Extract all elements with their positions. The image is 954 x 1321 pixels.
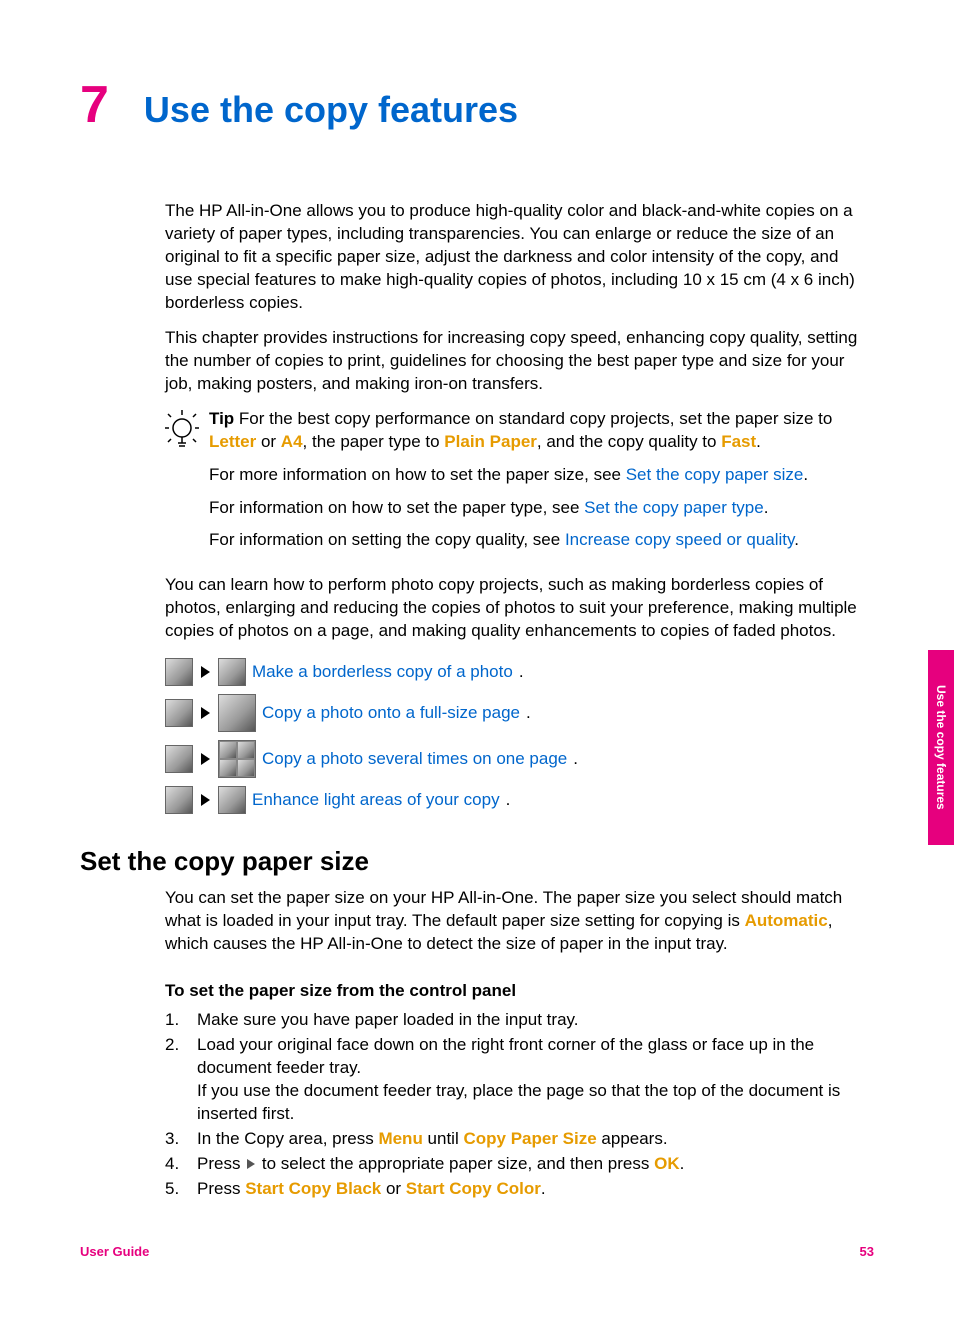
intro-paragraph-2: This chapter provides instructions for i… — [165, 327, 869, 396]
link-multiple-copy[interactable]: Copy a photo several times on one page — [262, 748, 567, 771]
arrow-right-icon — [201, 794, 210, 806]
link-increase-copy-speed[interactable]: Increase copy speed or quality — [565, 530, 794, 549]
link-borderless-copy[interactable]: Make a borderless copy of a photo — [252, 661, 513, 684]
thumbnail-icon — [165, 745, 193, 773]
tip-line-4: For information on setting the copy qual… — [209, 529, 874, 552]
intro-paragraph-1: The HP All-in-One allows you to produce … — [165, 200, 869, 315]
arrow-right-icon — [201, 666, 210, 678]
step-1: Make sure you have paper loaded in the i… — [197, 1009, 578, 1032]
chapter-number: 7 — [80, 70, 109, 140]
footer-page-number: 53 — [860, 1243, 874, 1261]
photo-link-fullsize: Copy a photo onto a full-size page. — [165, 694, 874, 732]
tip-block: Tip For the best copy performance on sta… — [165, 408, 874, 563]
link-set-copy-paper-size[interactable]: Set the copy paper size — [626, 465, 804, 484]
step-2: Load your original face down on the righ… — [197, 1034, 869, 1126]
section-heading-paper-size: Set the copy paper size — [80, 844, 874, 879]
photo-link-enhance: Enhance light areas of your copy. — [165, 786, 874, 814]
side-tab: Use the copy features — [928, 650, 954, 845]
thumbnail-large-icon — [218, 694, 256, 732]
procedure-heading: To set the paper size from the control p… — [165, 980, 869, 1003]
procedure-steps: 1.Make sure you have paper loaded in the… — [165, 1009, 869, 1201]
link-enhance-copy[interactable]: Enhance light areas of your copy — [252, 789, 500, 812]
thumbnail-icon — [218, 658, 246, 686]
thumbnail-icon — [165, 658, 193, 686]
chapter-title: Use the copy features — [144, 86, 518, 135]
right-arrow-button-icon — [247, 1159, 255, 1169]
section-paragraph: You can set the paper size on your HP Al… — [165, 887, 869, 956]
footer-left: User Guide — [80, 1243, 149, 1261]
step-4: Press to select the appropriate paper si… — [197, 1153, 684, 1176]
step-3: In the Copy area, press Menu until Copy … — [197, 1128, 668, 1151]
link-set-copy-paper-type[interactable]: Set the copy paper type — [584, 498, 764, 517]
step-5: Press Start Copy Black or Start Copy Col… — [197, 1178, 546, 1201]
thumbnail-icon — [218, 786, 246, 814]
arrow-right-icon — [201, 707, 210, 719]
link-fullsize-copy[interactable]: Copy a photo onto a full-size page — [262, 702, 520, 725]
tip-line-3: For information on how to set the paper … — [209, 497, 874, 520]
photo-link-multiple: Copy a photo several times on one page. — [165, 740, 874, 778]
photo-link-borderless: Make a borderless copy of a photo. — [165, 658, 874, 686]
arrow-right-icon — [201, 753, 210, 765]
photo-intro-paragraph: You can learn how to perform photo copy … — [165, 574, 869, 643]
lightbulb-icon — [165, 408, 199, 563]
thumbnail-icon — [165, 786, 193, 814]
tip-line-2: For more information on how to set the p… — [209, 464, 874, 487]
tip-line-1: Tip For the best copy performance on sta… — [209, 408, 874, 454]
thumbnail-grid-icon — [218, 740, 256, 778]
thumbnail-icon — [165, 699, 193, 727]
